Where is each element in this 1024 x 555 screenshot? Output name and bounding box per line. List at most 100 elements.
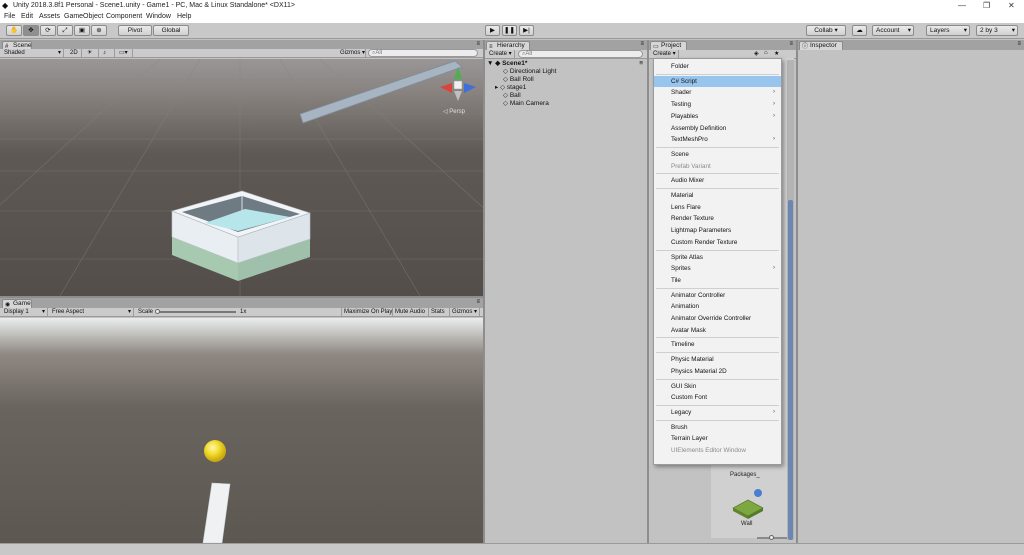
game-panel-menu-icon[interactable]: ≡ (476, 299, 480, 305)
menu-item-testing[interactable]: Testing › (654, 99, 781, 110)
menu-gameobject[interactable]: GameObject (64, 13, 103, 20)
hierarchy-item-directional-light[interactable]: ◇ Directional Light (485, 68, 647, 76)
scale-slider-track[interactable] (156, 311, 236, 313)
menu-window[interactable]: Window (146, 13, 171, 20)
collab-button[interactable]: Collab ▾ (806, 25, 846, 36)
rect-tool-icon[interactable]: ▣ (74, 25, 90, 36)
game-view[interactable] (0, 318, 483, 543)
menu-item-sprites[interactable]: Sprites › (654, 263, 781, 274)
layers-dropdown[interactable]: Layers ▾ (926, 25, 970, 36)
menu-item-scene[interactable]: Scene (654, 149, 781, 160)
scale-control[interactable]: Scale 1x (136, 308, 276, 316)
maximize-icon[interactable]: ❐ (983, 1, 990, 10)
scene-gizmos-dropdown[interactable]: Gizmos ▾ (338, 49, 366, 57)
play-button[interactable]: ▶ (485, 25, 500, 36)
tab-game[interactable]: ◉ Game (2, 299, 32, 308)
menu-item-lens-flare[interactable]: Lens Flare (654, 202, 781, 213)
menu-item-animator-controller[interactable]: Animator Controller (654, 290, 781, 301)
mode-2d-button[interactable]: 2D (68, 49, 82, 57)
cloud-icon[interactable]: ☁ (852, 25, 867, 36)
menu-item-brush[interactable]: Brush (654, 422, 781, 433)
menu-item-gui-skin[interactable]: GUI Skin (654, 381, 781, 392)
menu-item-avatar-mask[interactable]: Avatar Mask (654, 325, 781, 336)
tab-inspector[interactable]: ⓘ Inspector (799, 41, 843, 50)
maximize-on-play-toggle[interactable]: Maximize On Play (341, 308, 393, 316)
menu-item-tile[interactable]: Tile (654, 275, 781, 286)
menu-item-material[interactable]: Material (654, 190, 781, 201)
hierarchy-menu-icon[interactable]: ≡ (640, 41, 644, 47)
minimize-icon[interactable]: — (958, 1, 966, 10)
display-dropdown[interactable]: Display 1 ▾ (2, 308, 48, 316)
step-button[interactable]: ▶| (519, 25, 534, 36)
pivot-button[interactable]: Pivot (118, 25, 152, 36)
scale-slider-handle[interactable] (155, 309, 160, 314)
lighting-icon[interactable]: ☀ (85, 49, 99, 57)
game-gizmos-dropdown[interactable]: Gizmos ▾ (450, 308, 480, 316)
mute-audio-toggle[interactable]: Mute Audio (393, 308, 429, 316)
menu-item-shader[interactable]: Shader › (654, 87, 781, 98)
project-create-dropdown[interactable]: Create ▾ (651, 50, 679, 58)
menu-item-timeline[interactable]: Timeline (654, 339, 781, 350)
menu-file[interactable]: File (4, 13, 15, 20)
menu-item-physics-material-2d[interactable]: Physics Material 2D (654, 366, 781, 377)
inspector-menu-icon[interactable]: ≡ (1017, 41, 1021, 47)
global-button[interactable]: Global (153, 25, 189, 36)
aspect-dropdown[interactable]: Free Aspect ▾ (50, 308, 134, 316)
hierarchy-item-main-camera[interactable]: ◇ Main Camera (485, 100, 647, 108)
expand-arrow-icon[interactable]: ▸ (495, 84, 498, 91)
menu-item-legacy[interactable]: Legacy › (654, 407, 781, 418)
hierarchy-item-ball[interactable]: ◇ Ball (485, 92, 647, 100)
scene-menu-icon[interactable]: ≡ (639, 60, 643, 68)
hierarchy-create-dropdown[interactable]: Create ▾ (487, 50, 515, 58)
rotate-tool-icon[interactable]: ⟳ (40, 25, 56, 36)
layout-dropdown[interactable]: 2 by 3 ▾ (976, 25, 1018, 36)
account-dropdown[interactable]: Account ▾ (872, 25, 914, 36)
filter-type-icon[interactable]: ◈ (754, 50, 759, 57)
menu-item-sprite-atlas[interactable]: Sprite Atlas (654, 252, 781, 263)
menu-item-render-texture[interactable]: Render Texture (654, 213, 781, 224)
menu-item-custom-font[interactable]: Custom Font (654, 392, 781, 403)
scene-view[interactable]: ◁ Persp (0, 59, 483, 296)
scale-tool-icon[interactable]: ⤢ (57, 25, 73, 36)
project-menu-icon[interactable]: ≡ (789, 41, 793, 47)
menu-item-custom-render-texture[interactable]: Custom Render Texture (654, 237, 781, 248)
move-tool-icon[interactable]: ✥ (23, 25, 39, 36)
menu-assets[interactable]: Assets (39, 13, 60, 20)
orientation-gizmo-icon[interactable] (438, 65, 478, 105)
close-icon[interactable]: ✕ (1008, 1, 1015, 10)
menu-item-c-script[interactable]: C# Script (654, 75, 781, 87)
project-scrollbar[interactable] (787, 60, 794, 540)
panel-menu-icon[interactable]: ≡ (476, 41, 480, 47)
stats-toggle[interactable]: Stats (429, 308, 450, 316)
menu-item-terrain-layer[interactable]: Terrain Layer (654, 433, 781, 444)
asset-packages[interactable]: Packages_ (730, 472, 760, 478)
project-scrollbar-thumb[interactable] (788, 200, 793, 540)
hierarchy-search-input[interactable]: ⌕All (518, 50, 643, 58)
scene-root-row[interactable]: ▼ ◆ Scene1* ≡ (485, 60, 647, 68)
effects-icon[interactable]: ▭▾ (117, 49, 133, 57)
menu-item-lightmap-parameters[interactable]: Lightmap Parameters (654, 225, 781, 236)
expand-arrow-icon[interactable]: ▼ (487, 60, 493, 67)
shading-dropdown[interactable]: Shaded ▾ (2, 49, 64, 57)
hierarchy-item-ball-roll[interactable]: ◇ Ball Roll (485, 76, 647, 84)
menu-item-animation[interactable]: Animation (654, 301, 781, 312)
menu-item-folder[interactable]: Folder (654, 61, 781, 72)
tab-hierarchy[interactable]: ≡ Hierarchy (486, 41, 530, 50)
filter-label-icon[interactable]: ⌂ (764, 50, 768, 56)
menu-item-textmeshpro[interactable]: TextMeshPro › (654, 134, 781, 145)
persp-label[interactable]: ◁ Persp (443, 108, 465, 115)
menu-help[interactable]: Help (177, 13, 191, 20)
menu-item-animator-override-controller[interactable]: Animator Override Controller (654, 313, 781, 324)
pause-button[interactable]: ❚❚ (502, 25, 517, 36)
favorite-star-icon[interactable]: ★ (774, 50, 779, 57)
menu-item-audio-mixer[interactable]: Audio Mixer (654, 175, 781, 186)
icon-size-slider-handle[interactable] (769, 535, 774, 540)
transform-tool-icon[interactable]: ⊕ (91, 25, 107, 36)
scene-search-input[interactable]: ⌕All (368, 49, 478, 57)
menu-item-assembly-definition[interactable]: Assembly Definition (654, 123, 781, 134)
hand-tool-icon[interactable]: ✋ (6, 25, 22, 36)
tab-project[interactable]: ▭ Project (650, 41, 687, 50)
asset-wall[interactable] (731, 486, 765, 520)
menu-edit[interactable]: Edit (21, 13, 33, 20)
menu-component[interactable]: Component (106, 13, 142, 20)
